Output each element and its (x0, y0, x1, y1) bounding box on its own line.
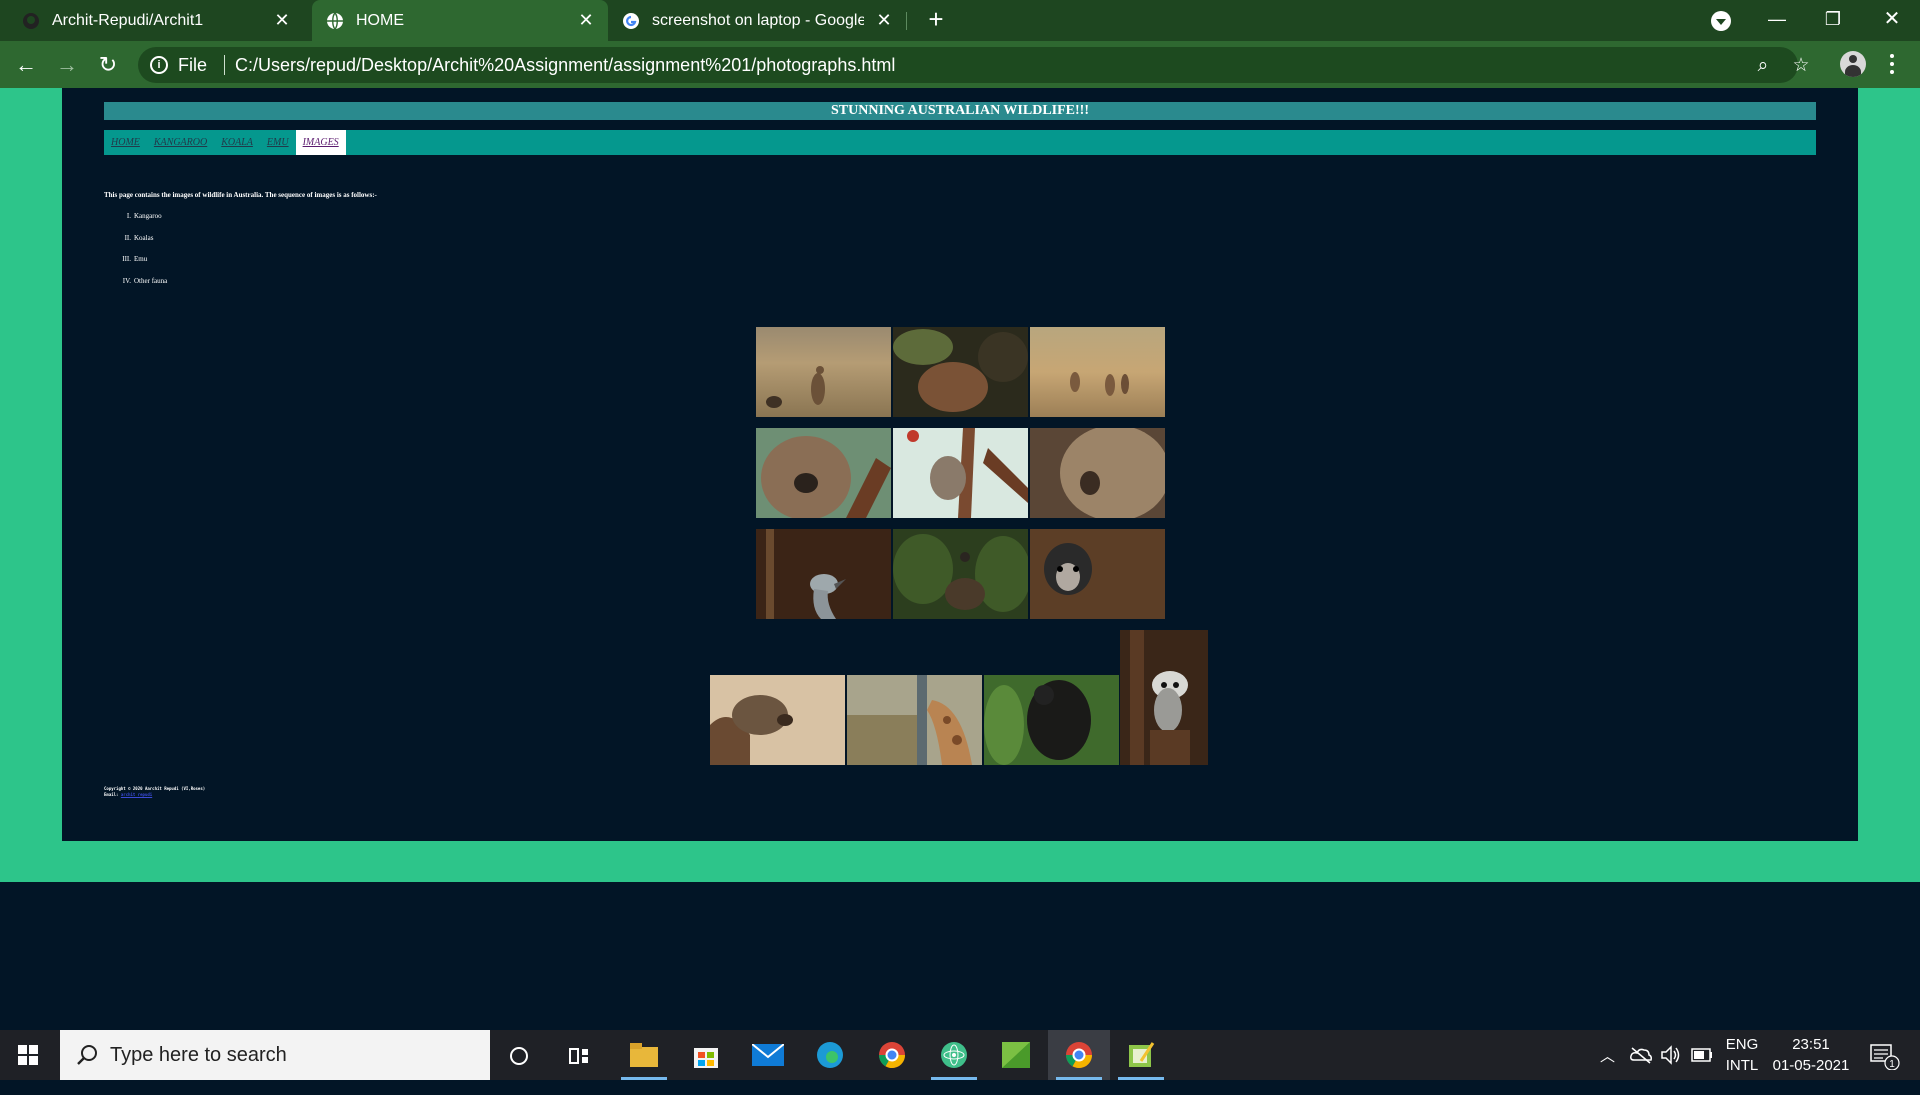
photo-koala-3[interactable] (1030, 428, 1165, 518)
atom-icon[interactable] (923, 1030, 985, 1080)
nav-emu-link[interactable]: EMU (260, 130, 296, 155)
nav-koala-link[interactable]: KOALA (214, 130, 260, 155)
edge-icon[interactable] (799, 1030, 861, 1080)
tab-home[interactable]: HOME ✕ (312, 0, 608, 41)
battery-icon[interactable] (1691, 1048, 1713, 1062)
zoom-icon[interactable]: ⌕ (1752, 55, 1774, 77)
onedrive-offline-icon[interactable] (1630, 1046, 1652, 1064)
new-tab-button[interactable]: + (922, 6, 950, 34)
profile-avatar[interactable] (1840, 51, 1866, 77)
nav-images-link[interactable]: IMAGES (295, 130, 346, 155)
photo-kangaroo-3[interactable] (1030, 327, 1165, 417)
browser-toolbar: ← → ↻ i File C:/Users/repud/Desktop/Arch… (0, 41, 1920, 88)
photo-koala-2[interactable] (893, 428, 1028, 518)
language-indicator[interactable]: ENG INTL (1724, 1036, 1760, 1086)
email-link[interactable]: archit repudi (121, 792, 152, 797)
reload-button[interactable]: ↻ (92, 49, 124, 81)
list-item: III. Emu (122, 255, 148, 263)
photo-giraffe[interactable] (847, 675, 982, 765)
photo-monkey[interactable] (984, 675, 1119, 765)
mail-icon[interactable] (737, 1030, 799, 1080)
windows-start-icon[interactable] (18, 1045, 38, 1065)
list-item: II. Koalas (124, 233, 154, 242)
tab-separator (906, 12, 907, 30)
windows-taskbar: Type here to search ︿ ENG INTL 23:51 01-… (0, 1030, 1920, 1080)
bookmark-star-icon[interactable]: ☆ (1790, 55, 1812, 77)
globe-icon (327, 12, 343, 29)
close-tab-icon[interactable]: ✕ (272, 10, 292, 30)
close-window-button[interactable]: ✕ (1864, 0, 1920, 41)
task-view-icon[interactable] (568, 1045, 590, 1067)
photo-echidna[interactable] (710, 675, 845, 765)
photo-emu-1[interactable] (756, 529, 891, 619)
image-sequence-list: I. Kangaroo II. Koalas III. Emu IV. Other fa… (104, 212, 167, 298)
page-footer: Copyright © 2020 Aarchit Repudi (VI,Rose… (104, 786, 205, 798)
chrome-icon[interactable] (861, 1030, 923, 1080)
tab-google-search[interactable]: screenshot on laptop - Google Se ✕ (608, 0, 906, 41)
notification-count: 1 (1889, 1059, 1895, 1070)
email-label: Email: (104, 792, 119, 797)
photo-koala-1[interactable] (756, 428, 891, 518)
tab-search-icon[interactable] (1711, 11, 1731, 31)
tab-title: screenshot on laptop - Google Se (652, 11, 864, 29)
photo-kangaroo-2[interactable] (893, 327, 1028, 417)
file-explorer-icon[interactable] (613, 1030, 675, 1080)
clock[interactable]: 23:51 01-05-2021 (1768, 1036, 1854, 1086)
photo-kangaroo-1[interactable] (756, 327, 891, 417)
photo-emu-3[interactable] (1030, 529, 1165, 619)
back-button[interactable]: ← (10, 49, 42, 81)
photo-lemur[interactable] (1120, 630, 1208, 765)
page-container: STUNNING AUSTRALIAN WILDLIFE!!! HOME KAN… (62, 88, 1858, 841)
microsoft-store-icon[interactable] (675, 1030, 737, 1080)
google-icon (623, 12, 639, 29)
list-item: IV. Other fauna (122, 276, 168, 285)
search-icon (77, 1045, 97, 1065)
photo-emu-2[interactable] (893, 529, 1028, 619)
nav-home-link[interactable]: HOME (104, 130, 147, 155)
page-banner: STUNNING AUSTRALIAN WILDLIFE!!! (104, 102, 1816, 120)
notepad-icon[interactable] (1110, 1030, 1172, 1080)
volume-icon[interactable] (1660, 1045, 1682, 1065)
site-navbar: HOME KANGAROO KOALA EMU IMAGES (104, 130, 1816, 155)
tab-github[interactable]: Archit-Repudi/Archit1 ✕ (8, 0, 304, 41)
forward-button[interactable]: → (51, 49, 83, 81)
intro-text: This page contains the images of wildlif… (104, 191, 377, 199)
show-hidden-icons[interactable]: ︿ (1600, 1045, 1615, 1095)
tab-title: Archit-Repudi/Archit1 (52, 11, 204, 29)
page-bottom-area (0, 882, 1920, 1030)
url-text[interactable]: C:/Users/repud/Desktop/Archit%20Assignme… (225, 55, 895, 76)
menu-icon[interactable] (1882, 51, 1902, 77)
photos-app-icon[interactable] (985, 1030, 1047, 1080)
tab-title: HOME (356, 11, 404, 29)
site-info-icon[interactable]: i (150, 56, 168, 74)
page-viewport: STUNNING AUSTRALIAN WILDLIFE!!! HOME KAN… (0, 88, 1920, 882)
close-tab-icon[interactable]: ✕ (874, 10, 894, 30)
address-bar[interactable]: i File C:/Users/repud/Desktop/Archit%20A… (138, 47, 1810, 83)
notifications-icon[interactable]: 1 (1870, 1044, 1900, 1070)
clock-time: 23:51 (1792, 1036, 1830, 1053)
github-icon (23, 12, 39, 29)
minimize-button[interactable]: — (1749, 0, 1805, 41)
scheme-label: File (178, 55, 208, 75)
clock-date: 01-05-2021 (1772, 1057, 1850, 1074)
close-tab-icon[interactable]: ✕ (576, 10, 596, 30)
browser-tab-strip: Archit-Repudi/Archit1 ✕ HOME ✕ screensho… (0, 0, 1920, 41)
nav-kangaroo-link[interactable]: KANGAROO (147, 130, 214, 155)
cortana-icon[interactable] (508, 1045, 530, 1067)
taskbar-search-box[interactable]: Type here to search (60, 1030, 490, 1080)
chrome-active-icon[interactable] (1048, 1030, 1110, 1080)
search-placeholder: Type here to search (110, 1044, 287, 1066)
restore-button[interactable]: ❐ (1805, 0, 1861, 41)
list-item: I. Kangaroo (126, 212, 162, 220)
